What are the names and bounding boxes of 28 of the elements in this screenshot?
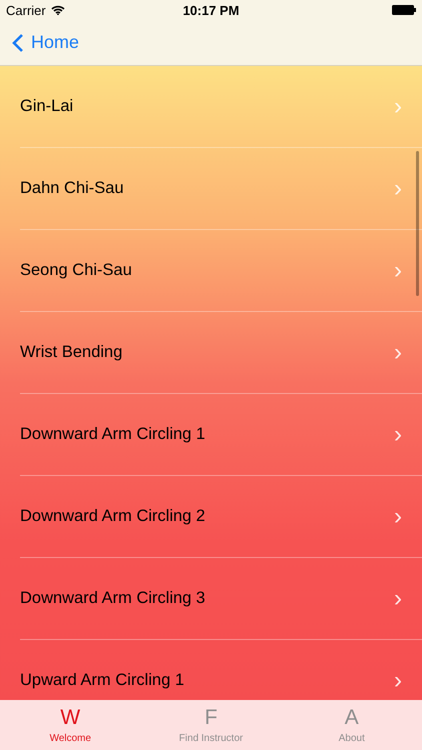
- carrier-name: Carrier: [6, 2, 46, 18]
- chevron-icon: ›: [394, 92, 402, 120]
- back-chevron-icon: [12, 32, 24, 52]
- list-row[interactable]: Downward Arm Circling 1 ›: [20, 394, 422, 476]
- chevron-icon: ›: [394, 420, 402, 448]
- tab-label: About: [338, 732, 365, 744]
- back-button[interactable]: Home: [12, 32, 80, 53]
- list-row[interactable]: Downward Arm Circling 2 ›: [20, 476, 422, 558]
- list-row[interactable]: Downward Arm Circling 3 ›: [20, 558, 422, 640]
- list-row[interactable]: Wrist Bending ›: [20, 312, 422, 394]
- list-row[interactable]: Seong Chi-Sau ›: [20, 230, 422, 312]
- list-row[interactable]: Dahn Chi-Sau ›: [20, 148, 422, 230]
- tab-label: Find Instructor: [179, 732, 243, 744]
- chevron-icon: ›: [394, 584, 402, 612]
- chevron-icon: ›: [394, 502, 402, 530]
- chevron-icon: ›: [394, 666, 402, 694]
- tab-icon-letter: A: [344, 706, 359, 728]
- wifi-icon: [50, 5, 65, 15]
- tab-label: Welcome: [50, 732, 92, 744]
- list-row[interactable]: Gin-Lai ›: [20, 66, 422, 148]
- chevron-icon: ›: [394, 338, 402, 366]
- chevron-icon: ›: [394, 256, 402, 284]
- tab-icon-letter: F: [204, 706, 218, 728]
- tab-icon-letter: W: [60, 706, 80, 728]
- chevron-icon: ›: [394, 174, 402, 202]
- status-time: 10:17 PM: [182, 2, 240, 18]
- battery-icon: [392, 5, 416, 15]
- tab-button[interactable]: W Welcome: [0, 700, 141, 750]
